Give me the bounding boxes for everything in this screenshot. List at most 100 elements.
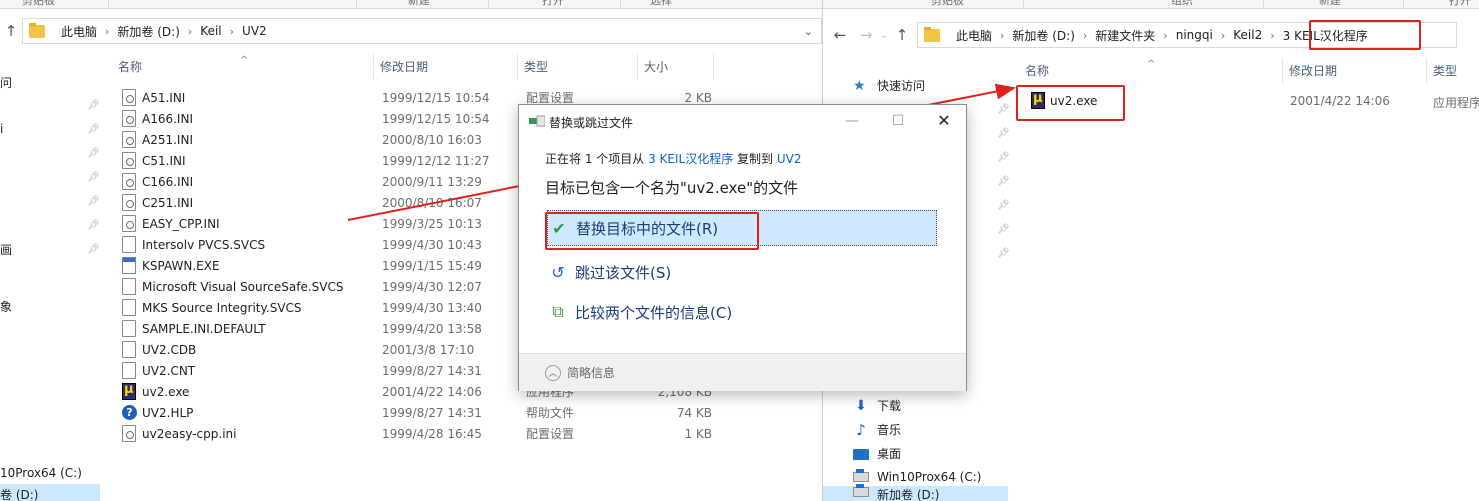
file-name: EASY_CPP.INI	[142, 216, 220, 231]
nav-music[interactable]: ♪ 音乐	[853, 421, 901, 438]
fewer-details-toggle[interactable]: ︿ 简略信息	[519, 353, 966, 391]
table-row[interactable]: ? UV2.HLP 1999/8/27 14:31 帮助文件 74 KB	[112, 402, 732, 423]
file-date: 2001/4/22 14:06	[1290, 94, 1390, 108]
pin-icon[interactable]: 📌︎	[87, 244, 100, 255]
right-address-bar[interactable]: 此电脑 › 新加卷 (D:) › 新建文件夹 › ningqi › Keil2 …	[917, 22, 1457, 48]
sort-up-icon: ^	[1147, 59, 1156, 70]
chevron-right-icon[interactable]: ›	[1219, 29, 1227, 42]
column-name[interactable]: ^ 名称	[112, 54, 374, 80]
file-date: 2001/4/22 14:06	[382, 384, 482, 399]
chevron-right-icon[interactable]: ›	[998, 29, 1006, 42]
ribbon-new[interactable]: 新建	[408, 0, 430, 8]
dialog-titlebar[interactable]: 替换或跳过文件 — ☐ ✕	[519, 105, 966, 136]
breadcrumb-item[interactable]: 新建文件夹	[1089, 27, 1161, 44]
breadcrumb-item[interactable]: Keil	[194, 24, 227, 38]
skip-file-option[interactable]: ↺ 跳过该文件(S)	[547, 254, 937, 290]
pin-icon[interactable]: 📌︎	[997, 224, 1010, 235]
nav-fragment[interactable]: i	[0, 122, 3, 136]
nav-drive-c[interactable]: Win10Prox64 (C:)	[853, 469, 981, 484]
copy-files-icon	[529, 115, 545, 127]
nav-quick-access[interactable]: ★ 快速访问	[853, 77, 925, 94]
ribbon-clipboard[interactable]: 剪贴板	[22, 0, 55, 8]
left-address-bar[interactable]: 此电脑 › 新加卷 (D:) › Keil › UV2 ⌄	[22, 18, 822, 44]
destination-folder-link[interactable]: UV2	[777, 152, 802, 166]
pin-icon[interactable]: 📌︎	[997, 200, 1010, 211]
file-name: C251.INI	[142, 195, 194, 210]
file-name: UV2.CDB	[142, 342, 197, 357]
back-arrow-icon[interactable]: ←	[829, 24, 851, 46]
breadcrumb-item[interactable]: 此电脑	[55, 23, 103, 40]
pin-icon[interactable]: 📌︎	[997, 152, 1010, 163]
breadcrumb-current-folder[interactable]: 3 KEIL汉化程序	[1277, 27, 1374, 44]
replace-skip-dialog: 替换或跳过文件 — ☐ ✕ 正在将 1 个项目从 3 KEIL汉化程序 复制到 …	[518, 104, 967, 391]
ribbon-clipboard[interactable]: 剪贴板	[931, 0, 964, 8]
close-icon[interactable]: ✕	[921, 105, 967, 136]
document-icon	[122, 362, 136, 379]
file-name: UV2.HLP	[142, 405, 194, 420]
breadcrumb-item[interactable]: ningqi	[1170, 28, 1219, 42]
ribbon-new[interactable]: 新建	[1319, 0, 1341, 8]
list-item[interactable]: uv2.exe 2001/4/22 14:06 应用程序	[1019, 90, 1479, 112]
nav-drive-c[interactable]: 10Prox64 (C:)	[0, 466, 82, 480]
file-date: 2001/3/8 17:10	[382, 342, 475, 357]
document-icon	[122, 278, 136, 295]
nav-downloads[interactable]: ⬇ 下载	[853, 397, 901, 414]
column-type[interactable]: 类型	[518, 54, 638, 80]
pin-icon[interactable]: 📌︎	[997, 128, 1010, 139]
up-arrow-icon[interactable]: ↑	[891, 24, 913, 46]
chevron-down-icon[interactable]: ⌄	[804, 25, 813, 38]
breadcrumb-item[interactable]: 新加卷 (D:)	[111, 23, 185, 40]
pin-icon[interactable]: 📌︎	[997, 176, 1010, 187]
maximize-icon[interactable]: ☐	[875, 105, 921, 136]
file-date: 1999/4/28 16:45	[382, 426, 482, 441]
nav-fragment[interactable]: 画	[0, 241, 12, 258]
pin-icon[interactable]: 📌︎	[87, 196, 100, 207]
chevron-right-icon[interactable]: ›	[1161, 29, 1169, 42]
chevron-right-icon[interactable]: ›	[1081, 29, 1089, 42]
up-arrow-icon[interactable]: ↑	[0, 20, 22, 42]
nav-drive-d-selected[interactable]: 新加卷 (D:)	[823, 484, 1008, 501]
pin-icon[interactable]: 📌︎	[997, 104, 1010, 115]
forward-arrow-icon[interactable]: →	[855, 24, 877, 46]
chevron-right-icon[interactable]: ›	[1268, 29, 1276, 42]
pin-icon[interactable]: 📌︎	[87, 220, 100, 231]
replace-file-option[interactable]: ✔ 替换目标中的文件(R)	[547, 210, 937, 246]
file-name: Intersolv PVCS.SVCS	[142, 237, 266, 252]
pin-icon[interactable]: 📌︎	[87, 148, 100, 159]
column-type[interactable]: 类型	[1427, 58, 1479, 84]
nav-desktop[interactable]: 桌面	[853, 445, 901, 462]
source-folder-link[interactable]: 3 KEIL汉化程序	[648, 152, 733, 166]
column-date[interactable]: 修改日期	[1283, 58, 1427, 84]
compare-files-option[interactable]: ⧉ 比较两个文件的信息(C)	[547, 294, 937, 330]
breadcrumb-item[interactable]: Keil2	[1227, 28, 1268, 42]
column-size[interactable]: 大小	[638, 54, 714, 80]
chevron-right-icon[interactable]: ›	[228, 25, 236, 38]
ribbon-select[interactable]: 选择	[650, 0, 672, 8]
ribbon-organize[interactable]: 组织	[1171, 0, 1193, 8]
file-size: 1 KB	[684, 426, 712, 441]
ribbon-open[interactable]: 打开	[1449, 0, 1471, 8]
nav-fragment[interactable]: 问	[0, 74, 12, 91]
column-name[interactable]: ^ 名称	[1019, 58, 1283, 84]
column-date[interactable]: 修改日期	[374, 54, 518, 80]
breadcrumb-item[interactable]: 此电脑	[950, 27, 998, 44]
minimize-icon[interactable]: —	[829, 105, 875, 136]
uvision-icon	[1031, 91, 1045, 109]
pin-icon[interactable]: 📌︎	[997, 248, 1010, 259]
pin-icon[interactable]: 📌︎	[87, 124, 100, 135]
chevron-down-icon[interactable]: ⌄	[877, 24, 891, 46]
breadcrumb-item[interactable]: 新加卷 (D:)	[1006, 27, 1080, 44]
table-row[interactable]: uv2easy-cpp.ini 1999/4/28 16:45 配置设置 1 KB	[112, 423, 732, 444]
chevron-right-icon[interactable]: ›	[103, 25, 111, 38]
file-date: 2000/8/10 16:03	[382, 132, 482, 147]
chevron-right-icon[interactable]: ›	[186, 25, 194, 38]
pin-icon[interactable]: 📌︎	[87, 172, 100, 183]
copy-status-middle: 复制到	[733, 152, 777, 166]
pin-icon[interactable]: 📌︎	[87, 100, 100, 111]
breadcrumb-item[interactable]: UV2	[236, 24, 273, 38]
nav-drive-d-selected[interactable]: 卷 (D:)	[0, 484, 100, 501]
file-name: A251.INI	[142, 132, 193, 147]
file-date: 2000/9/11 13:29	[382, 174, 482, 189]
ribbon-open[interactable]: 打开	[542, 0, 564, 8]
nav-fragment[interactable]: 象	[0, 298, 12, 315]
